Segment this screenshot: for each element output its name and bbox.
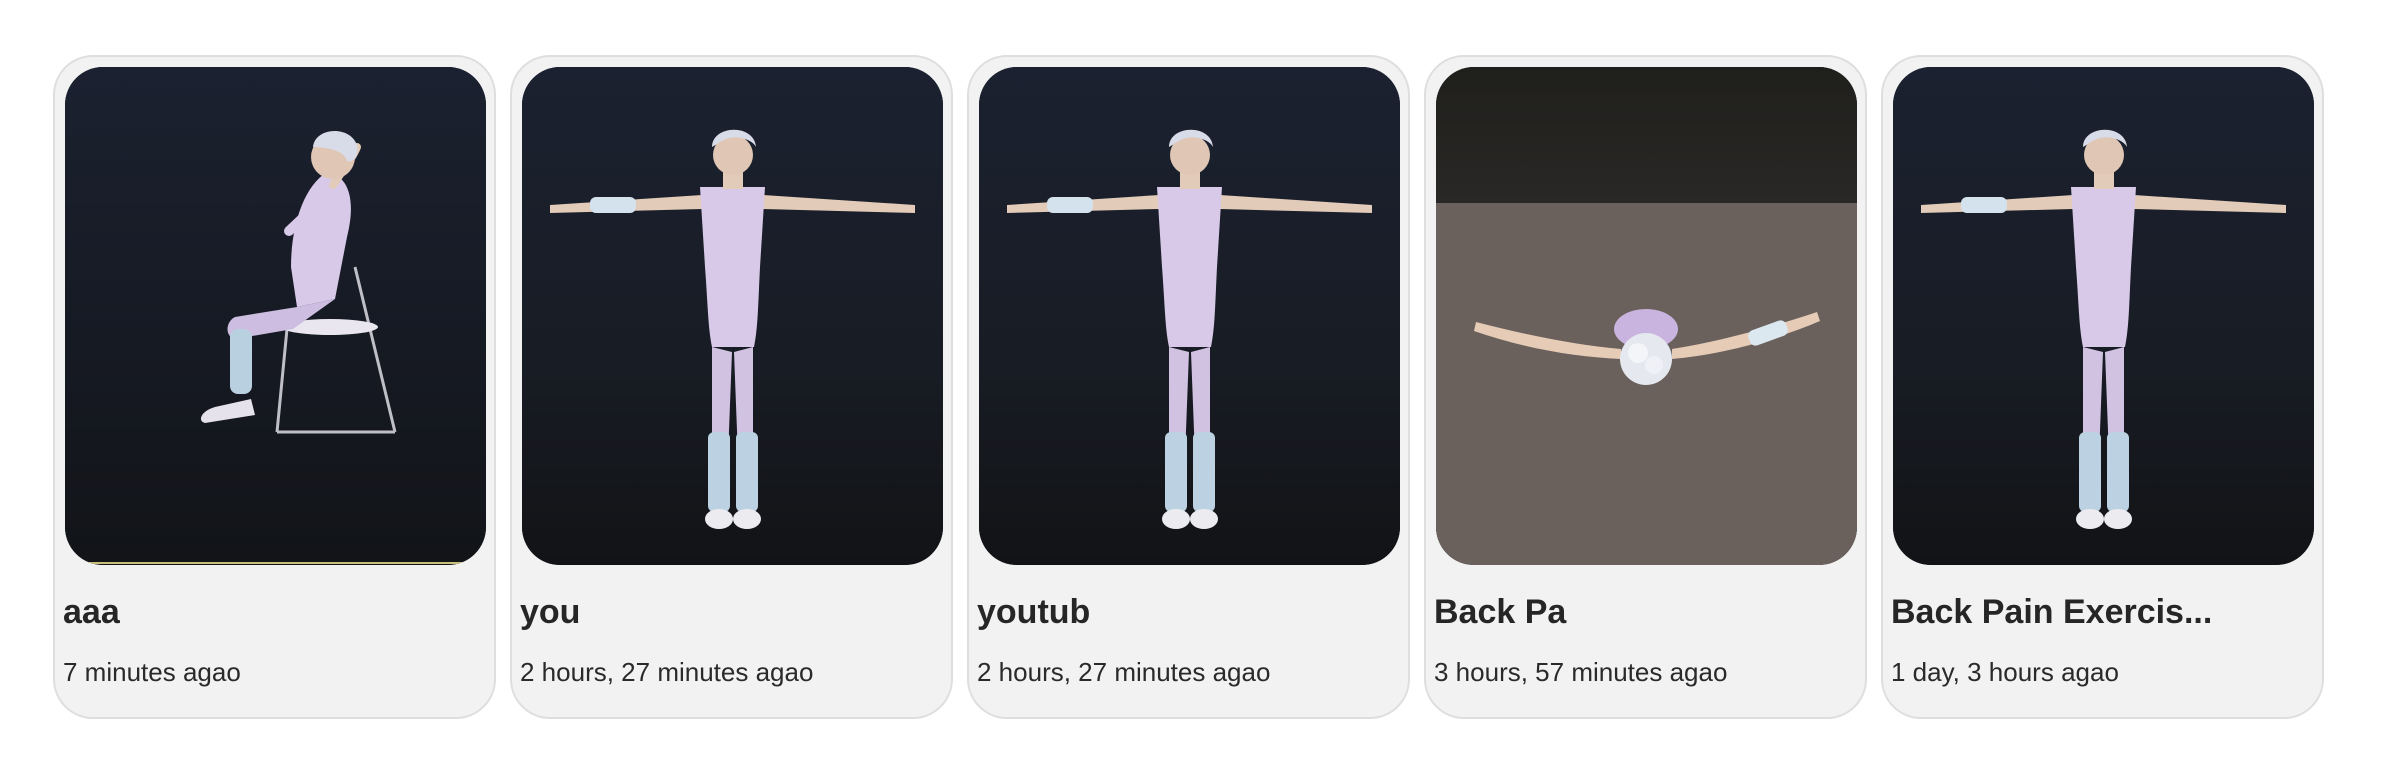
item-card[interactable]: Back Pa 3 hours, 57 minutes agao [1424,55,1867,719]
thumbnail-top-down-figure [1436,67,1857,565]
item-title: aaa [63,593,120,631]
item-title: youtub [977,593,1091,631]
item-card[interactable]: Back Pain Exercis... 1 day, 3 hours agao [1881,55,2324,719]
item-card[interactable]: youtub 2 hours, 27 minutes agao [967,55,1410,719]
item-title: Back Pa [1434,593,1567,631]
thumbnail-seated-figure [65,67,486,565]
thumbnail-t-pose-figure [522,67,943,565]
item-card[interactable]: aaa 7 minutes agao [53,55,496,719]
item-card[interactable]: you 2 hours, 27 minutes agao [510,55,953,719]
item-timestamp: 2 hours, 27 minutes agao [977,657,1271,687]
item-timestamp: 2 hours, 27 minutes agao [520,657,814,687]
item-title: Back Pain Exercis... [1891,593,2213,631]
item-timestamp: 1 day, 3 hours agao [1891,657,2119,687]
recent-items-row: aaa 7 minutes agao you 2 hours, 27 minut… [53,55,2324,719]
item-timestamp: 3 hours, 57 minutes agao [1434,657,1728,687]
item-timestamp: 7 minutes agao [63,657,241,687]
item-title: you [520,593,581,631]
thumbnail-t-pose-figure [979,67,1400,565]
thumbnail-t-pose-figure [1893,67,2314,565]
